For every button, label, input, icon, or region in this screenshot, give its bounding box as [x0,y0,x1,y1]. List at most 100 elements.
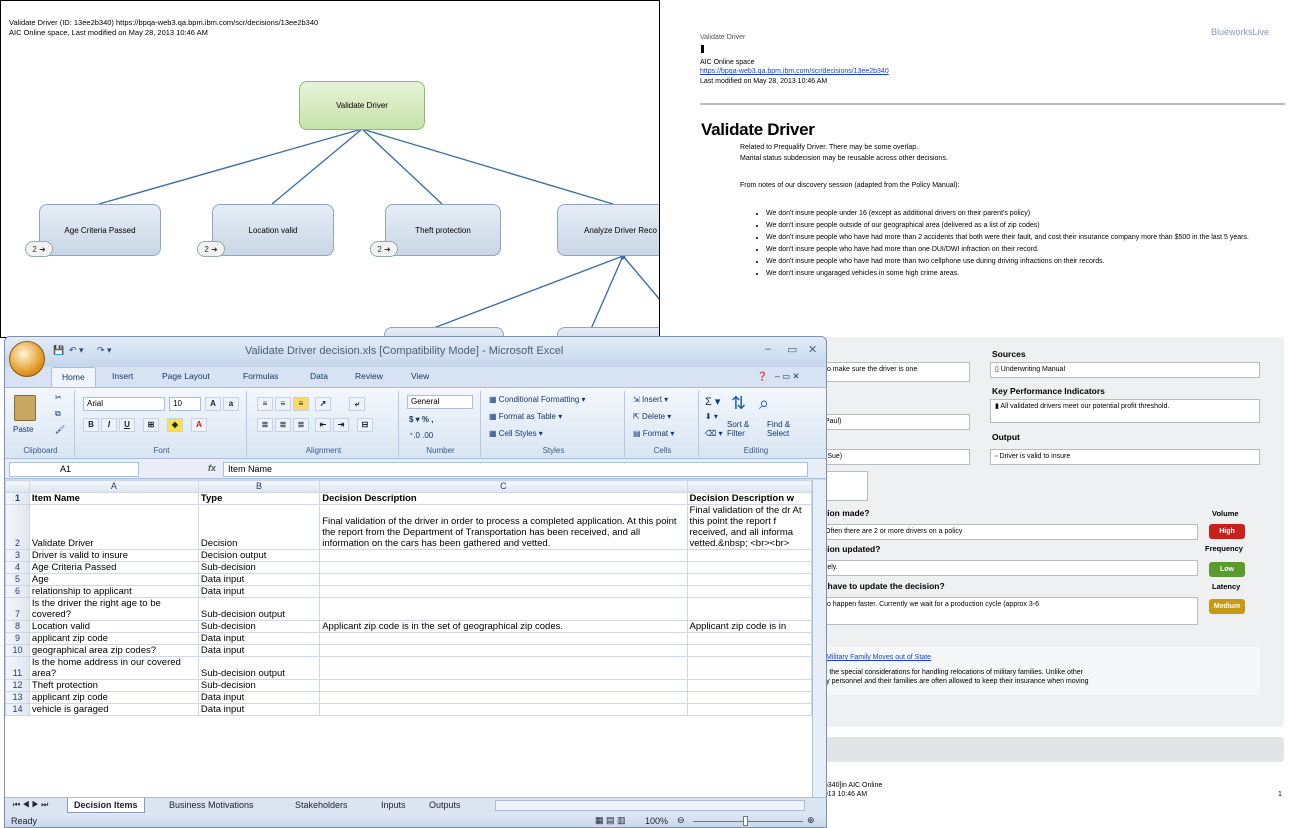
cell[interactable]: Decision output [197,549,321,562]
orientation-icon[interactable]: ↗ [315,397,331,411]
cell[interactable] [319,656,688,680]
cell[interactable]: Sub-decision [197,620,321,633]
column-header[interactable]: C [319,480,688,493]
zoom-in-icon[interactable]: ⊕ [807,815,815,826]
cell[interactable]: Data input [197,573,321,586]
horizontal-scrollbar[interactable] [495,800,805,811]
fill-icon[interactable]: ⬇ ▾ [705,412,718,421]
tab-page-layout[interactable]: Page Layout [162,371,210,381]
cell[interactable] [319,585,688,598]
doc-url-link[interactable]: https://bpqa-web3.qa.bpm.ibm.com/scr/dec… [700,67,889,76]
cell[interactable]: Applicant zip code is in the set of geog… [319,620,688,633]
save-icon[interactable]: 💾 [53,345,64,356]
cell[interactable]: applicant zip code [28,691,199,704]
tab-data[interactable]: Data [310,371,328,381]
row-header[interactable]: 13 [5,691,30,704]
cell[interactable] [686,679,812,692]
bold-icon[interactable]: B [83,418,99,432]
insert-cells-button[interactable]: ⇲ Insert ▾ [633,395,668,404]
row-header[interactable]: 2 [5,504,30,550]
row-header[interactable]: 1 [5,492,30,505]
font-color-icon[interactable]: A [191,418,207,432]
cell[interactable] [319,679,688,692]
find-select-button[interactable]: Find & Select [767,420,807,438]
cell[interactable]: Driver is valid to insure [28,549,199,562]
row-header[interactable]: 8 [5,620,30,633]
cell[interactable]: Data input [197,585,321,598]
tab-view[interactable]: View [411,371,429,381]
cell[interactable] [319,561,688,574]
cell[interactable]: Is the driver the right age to be covere… [28,597,199,621]
help-icon[interactable]: ❓ [757,371,768,382]
office-button[interactable] [9,341,45,377]
cell[interactable] [319,644,688,657]
cut-icon[interactable]: ✂ [55,393,62,402]
tree-node-age-criteria[interactable]: Age Criteria Passed [39,204,161,256]
cell[interactable] [686,703,812,716]
row-header[interactable]: 5 [5,573,30,586]
cell[interactable] [686,561,812,574]
row-header[interactable]: 6 [5,585,30,598]
align-left-icon[interactable]: ≣ [257,418,273,432]
cell[interactable] [686,644,812,657]
view-buttons-icon[interactable]: ▦ ▤ ▥ [595,815,626,826]
column-header[interactable] [686,480,812,493]
redo-icon[interactable]: ↷ ▾ [97,345,112,356]
increase-indent-icon[interactable]: ⇥ [333,418,349,432]
cell[interactable] [686,597,812,621]
related-decision-link[interactable]: Military Family Moves out of State [826,654,931,661]
copy-icon[interactable]: ⧉ [55,409,61,419]
cell[interactable]: Age Criteria Passed [28,561,199,574]
cell[interactable]: Data input [197,703,321,716]
cell[interactable]: Item Name [28,492,199,505]
cell[interactable]: Data input [197,632,321,645]
underline-icon[interactable]: U [119,418,135,432]
other-field[interactable]: r [820,471,868,501]
conditional-formatting-button[interactable]: ▦ Conditional Formatting ▾ [489,395,586,404]
cell[interactable] [686,549,812,562]
format-painter-icon[interactable]: 🖌 [55,425,65,434]
column-header[interactable]: B [197,480,321,493]
row-header[interactable]: 12 [5,679,30,692]
autosum-icon[interactable]: Σ ▾ [705,395,720,408]
align-bottom-icon[interactable]: ≡ [293,397,309,411]
sort-filter-button[interactable]: Sort & Filter [727,420,765,438]
minimize-icon[interactable]: – [765,343,771,355]
cell[interactable]: Data input [197,644,321,657]
tree-node-location-valid[interactable]: Location valid [212,204,334,256]
italic-icon[interactable]: I [101,418,117,432]
cell[interactable]: Sub-decision [197,561,321,574]
merge-center-icon[interactable]: ⊟ [357,418,373,432]
sort-filter-icon[interactable]: ⇅ [731,393,746,414]
undo-icon[interactable]: ↶ ▾ [69,345,84,356]
font-size-select[interactable]: 10 [169,397,201,411]
cell[interactable]: Decision Description [319,492,688,505]
zoom-slider[interactable] [693,821,803,822]
sheet-tab-stakeholders[interactable]: Stakeholders [289,798,354,813]
zoom-thumb[interactable] [743,816,748,826]
tree-node-analyze-driver[interactable]: Analyze Driver Reco [557,204,659,256]
fill-color-icon[interactable]: ◈ [167,418,183,432]
answer-3-field[interactable]: to happen faster. Currently we wait for … [820,597,1198,625]
sheet-tab-inputs[interactable]: Inputs [375,798,412,813]
font-name-select[interactable]: Arial [83,397,165,411]
ribbon-minimize-icon[interactable]: – ▭ ✕ [775,371,800,382]
clear-icon[interactable]: ⌫ ▾ [705,429,723,438]
grow-font-icon[interactable]: A [205,397,221,411]
cell[interactable]: Validate Driver [28,504,199,550]
expand-badge[interactable]: 2 ➜ [25,241,53,257]
answer-2-field[interactable]: rely. [820,560,1198,576]
format-as-table-button[interactable]: ▦ Format as Table ▾ [489,412,562,421]
cell[interactable] [319,632,688,645]
paste-icon[interactable] [14,395,36,421]
cell[interactable]: Type [197,492,321,505]
cell[interactable]: applicant zip code [28,632,199,645]
name-box[interactable]: A1 [9,462,139,477]
expand-badge[interactable]: 2 ➜ [370,241,398,257]
align-middle-icon[interactable]: ≡ [275,397,291,411]
cell[interactable] [686,573,812,586]
sources-field[interactable]: ▯ Underwriting Manual [990,362,1260,378]
tree-node-theft-protection[interactable]: Theft protection [385,204,501,256]
align-right-icon[interactable]: ≣ [293,418,309,432]
cell[interactable]: Final validation of the dr At this point… [686,504,812,550]
